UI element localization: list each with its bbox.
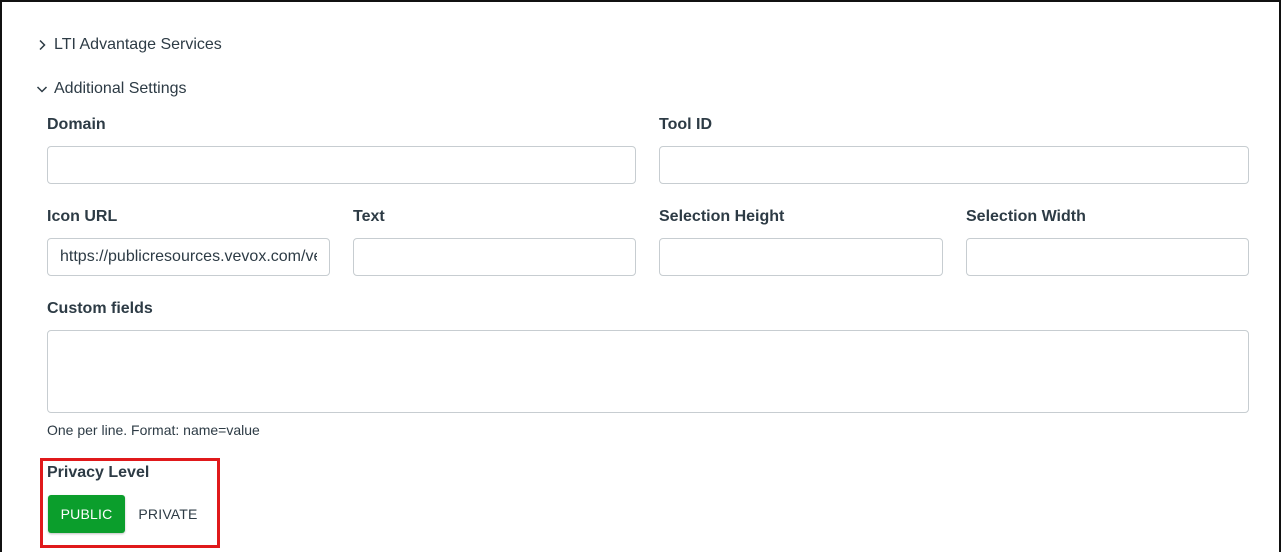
text-label: Text xyxy=(353,208,385,225)
chevron-down-icon xyxy=(34,81,50,97)
icon-url-input[interactable] xyxy=(47,238,330,276)
text-input[interactable] xyxy=(353,238,636,276)
custom-fields-hint: One per line. Format: name=value xyxy=(47,422,260,438)
section-label: LTI Advantage Services xyxy=(54,36,222,53)
selection-height-input[interactable] xyxy=(659,238,943,276)
custom-fields-label: Custom fields xyxy=(47,300,153,317)
lti-advantage-services-toggle[interactable]: LTI Advantage Services xyxy=(34,33,222,57)
domain-input[interactable] xyxy=(47,146,636,184)
section-label: Additional Settings xyxy=(54,80,187,97)
custom-fields-textarea[interactable] xyxy=(47,330,1249,413)
selection-width-label: Selection Width xyxy=(966,208,1086,225)
selection-width-input[interactable] xyxy=(966,238,1249,276)
settings-panel: LTI Advantage Services Additional Settin… xyxy=(0,0,1281,552)
icon-url-label: Icon URL xyxy=(47,208,118,225)
domain-label: Domain xyxy=(47,116,106,133)
privacy-public-button[interactable]: PUBLIC xyxy=(48,495,125,533)
selection-height-label: Selection Height xyxy=(659,208,785,225)
privacy-private-button[interactable]: PRIVATE xyxy=(130,495,206,533)
tool-id-input[interactable] xyxy=(659,146,1249,184)
chevron-right-icon xyxy=(34,37,50,53)
privacy-level-label: Privacy Level xyxy=(47,464,150,481)
tool-id-label: Tool ID xyxy=(659,116,713,133)
additional-settings-toggle[interactable]: Additional Settings xyxy=(34,77,187,101)
